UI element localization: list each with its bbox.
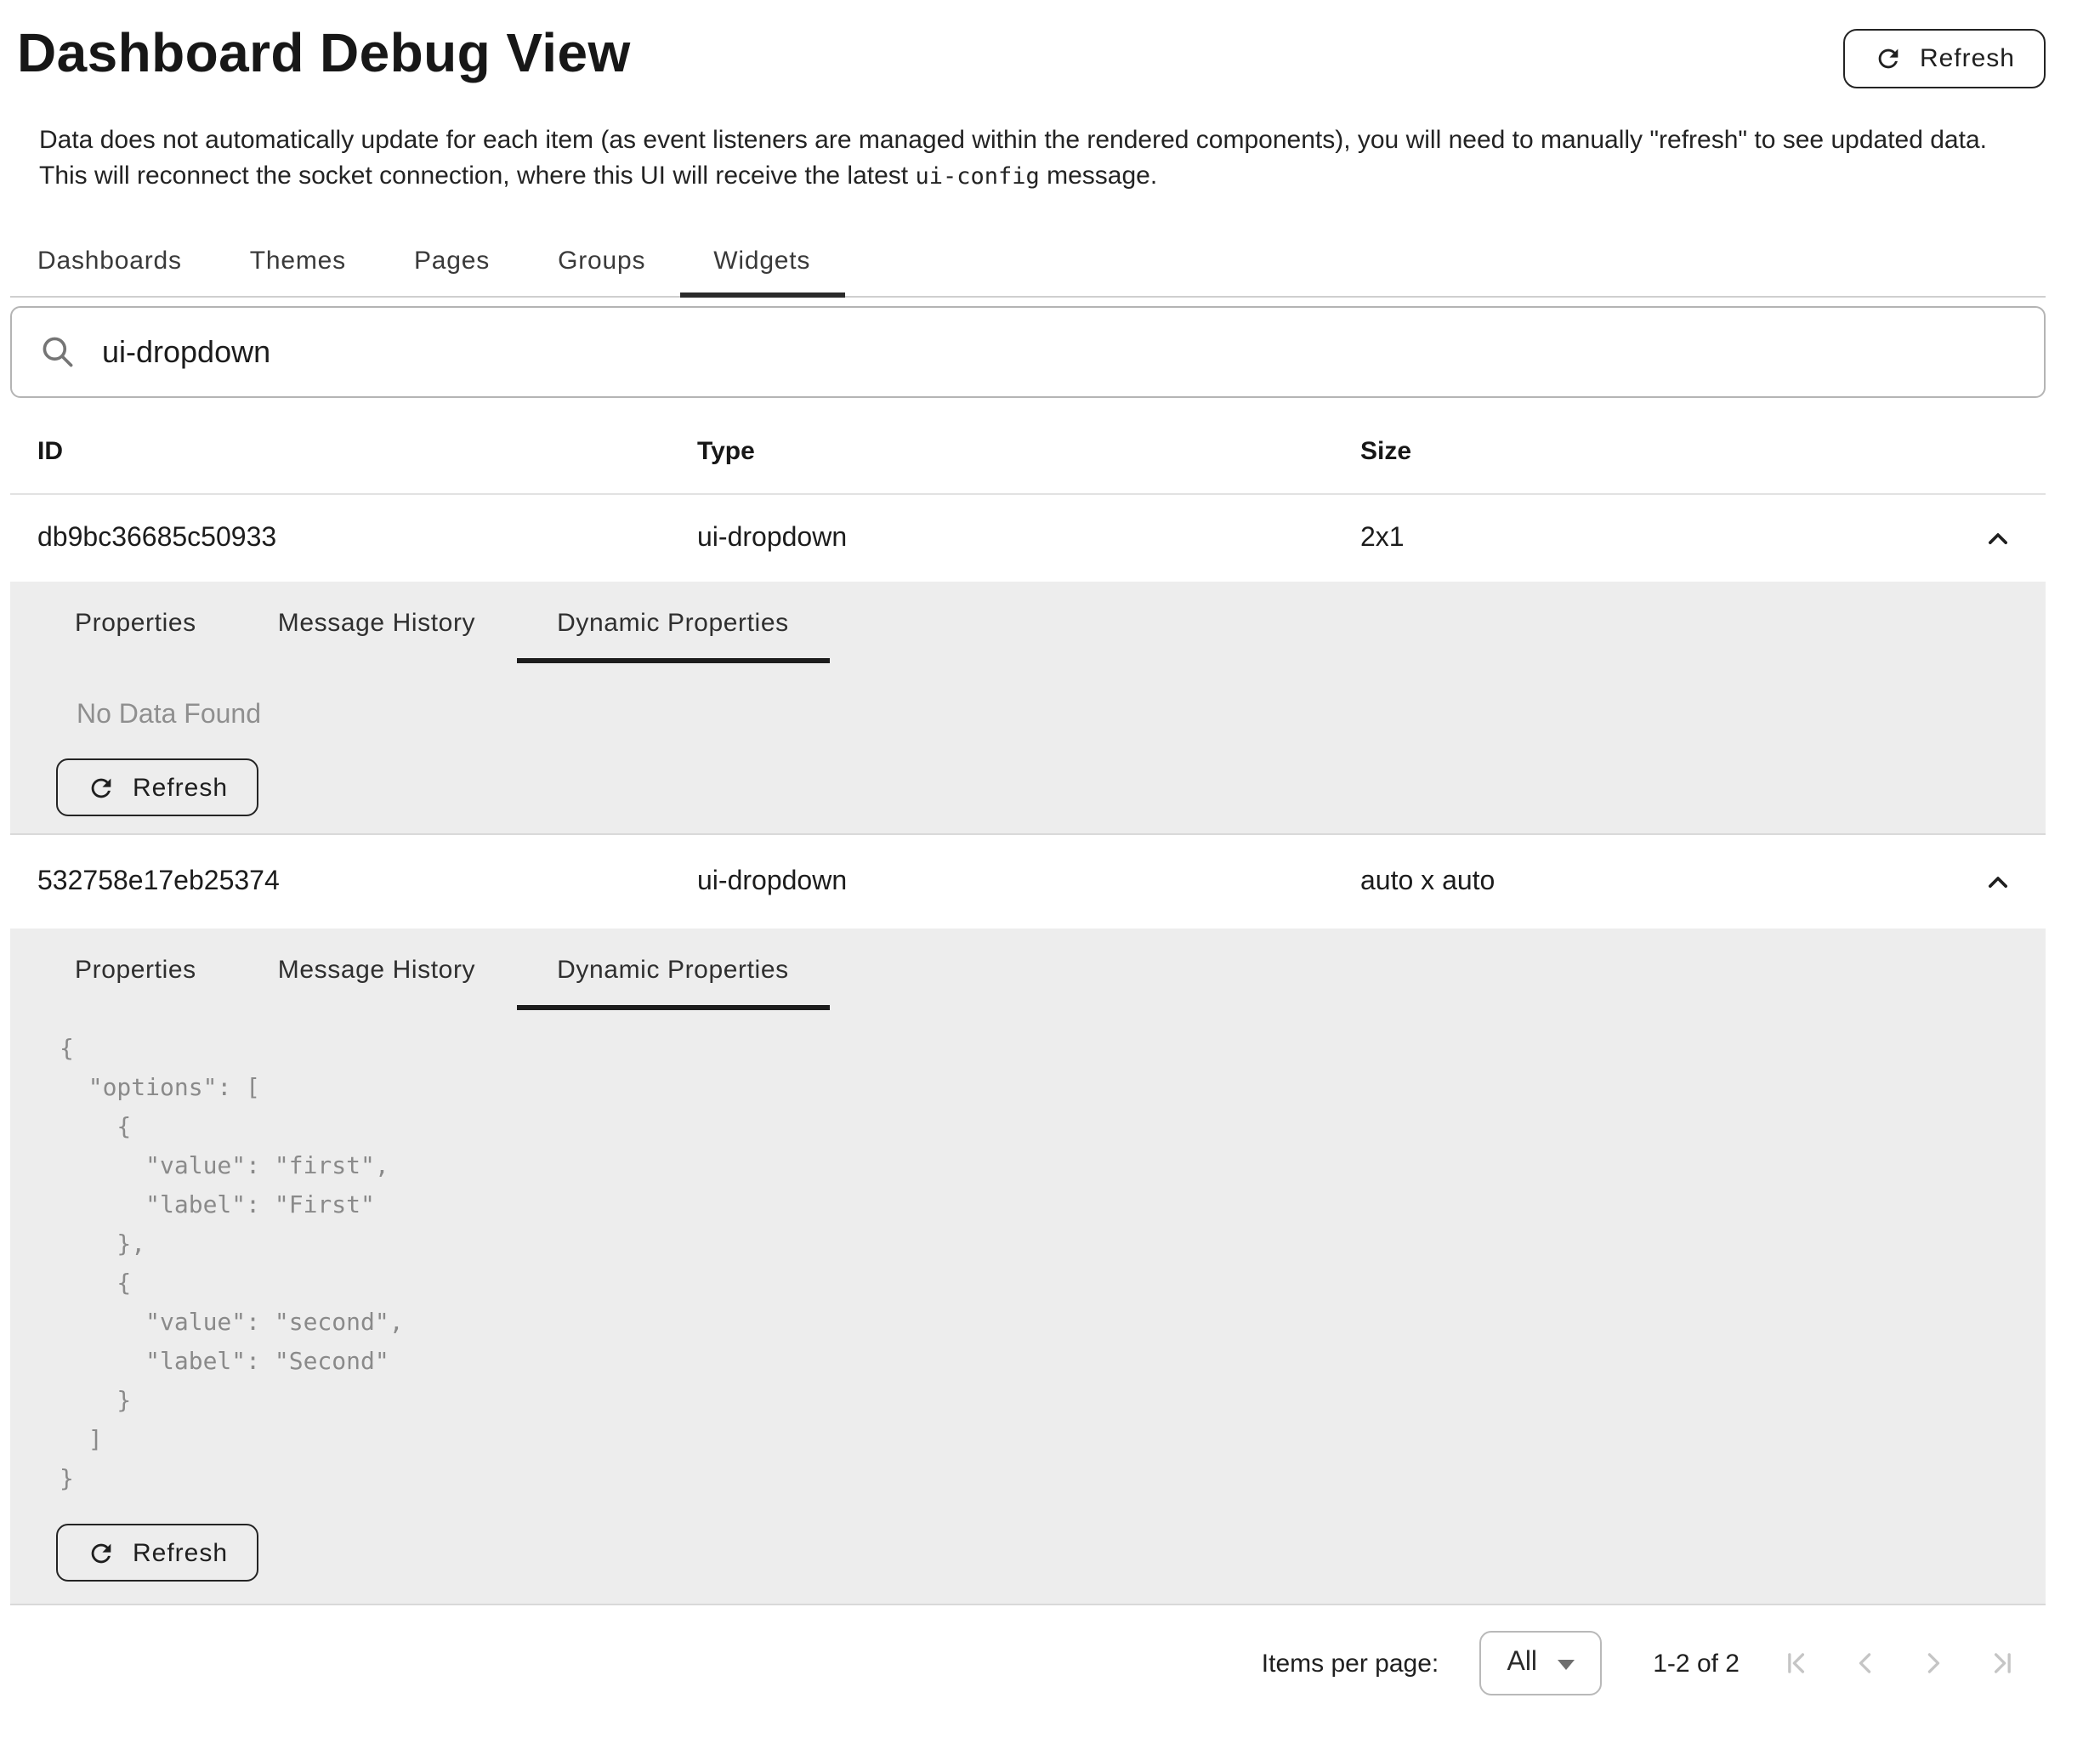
widget-id: 532758e17eb25374 [37,866,697,897]
refresh-button-label: Refresh [133,1538,228,1567]
refresh-button[interactable]: Refresh [1843,29,2046,88]
tab-dashboards[interactable]: Dashboards [10,226,216,296]
detail-tab-bar: Properties Message History Dynamic Prope… [10,929,2046,1010]
chevron-right-icon [1915,1644,1952,1682]
json-code-block: { "options": [ { "value": "first", "labe… [60,1031,2046,1500]
search-icon [39,333,77,371]
tab-groups[interactable]: Groups [524,226,679,296]
widget-type: ui-dropdown [697,523,1360,554]
last-page-icon [1983,1644,2020,1682]
refresh-icon [87,1538,116,1567]
paginator: Items per page: All 1-2 of 2 [10,1626,2046,1701]
collapse-row-button[interactable] [1964,504,2032,572]
items-per-page-label: Items per page: [1262,1649,1439,1678]
no-data-text: No Data Found [77,701,2046,731]
chevron-up-icon [1981,521,2015,555]
widget-type: ui-dropdown [697,866,1360,897]
paginator-nav [1763,1629,2035,1697]
tab-widgets[interactable]: Widgets [679,226,844,296]
first-page-button[interactable] [1763,1629,1831,1697]
tab-dynamic-properties[interactable]: Dynamic Properties [516,929,830,1010]
tab-properties[interactable]: Properties [34,582,237,663]
main-tab-bar: Dashboards Themes Pages Groups Widgets [10,226,2046,298]
detail-tab-bar: Properties Message History Dynamic Prope… [10,582,2046,663]
page-header: Dashboard Debug View Refresh [10,0,2046,88]
widget-size: 2x1 [1360,523,1964,554]
column-header-type: Type [697,426,1360,465]
page-size-select[interactable]: All [1479,1631,1602,1695]
last-page-button[interactable] [1967,1629,2035,1697]
column-header-id: ID [37,426,697,465]
refresh-button-label: Refresh [133,773,228,802]
next-page-button[interactable] [1899,1629,1967,1697]
refresh-button-label: Refresh [1920,44,2015,73]
collapse-row-button[interactable] [1964,848,2032,916]
tab-pages[interactable]: Pages [380,226,524,296]
tab-message-history[interactable]: Message History [237,929,516,1010]
widget-size: auto x auto [1360,866,1964,897]
refresh-icon [1874,44,1903,73]
tab-properties[interactable]: Properties [34,929,237,1010]
chevron-left-icon [1847,1644,1884,1682]
chevron-up-icon [1981,865,2015,899]
search-input[interactable] [99,332,2017,372]
table-header: ID Type Size [10,398,2046,493]
tab-themes[interactable]: Themes [216,226,380,296]
description-line1: Data does not automatically update for e… [39,122,2046,158]
refresh-icon [87,773,116,802]
search-field [10,306,2046,398]
detail-panel-2: Properties Message History Dynamic Prope… [10,929,2046,1605]
page-size-value: All [1507,1648,1537,1678]
first-page-icon [1779,1644,1816,1682]
detail-panel-1: Properties Message History Dynamic Prope… [10,582,2046,835]
previous-page-button[interactable] [1831,1629,1899,1697]
column-header-size: Size [1360,426,1964,465]
tab-message-history[interactable]: Message History [237,582,516,663]
caret-down-icon [1558,1660,1575,1670]
widget-id: db9bc36685c50933 [37,523,697,554]
dashboard-debug-view: Dashboard Debug View Refresh Data does n… [0,0,2100,1755]
widget-row-2[interactable]: 532758e17eb25374 ui-dropdown auto x auto [10,835,2046,929]
description-line2: This will reconnect the socket connectio… [39,158,2046,196]
ui-config-code: ui-config [915,163,1039,190]
panel-refresh-button[interactable]: Refresh [56,1524,258,1582]
page-title: Dashboard Debug View [17,20,631,85]
panel-refresh-button[interactable]: Refresh [56,758,258,816]
widget-row-1[interactable]: db9bc36685c50933 ui-dropdown 2x1 [10,495,2046,582]
page-range-label: 1-2 of 2 [1653,1649,1740,1678]
tab-dynamic-properties[interactable]: Dynamic Properties [516,582,830,663]
description: Data does not automatically update for e… [39,122,2046,196]
